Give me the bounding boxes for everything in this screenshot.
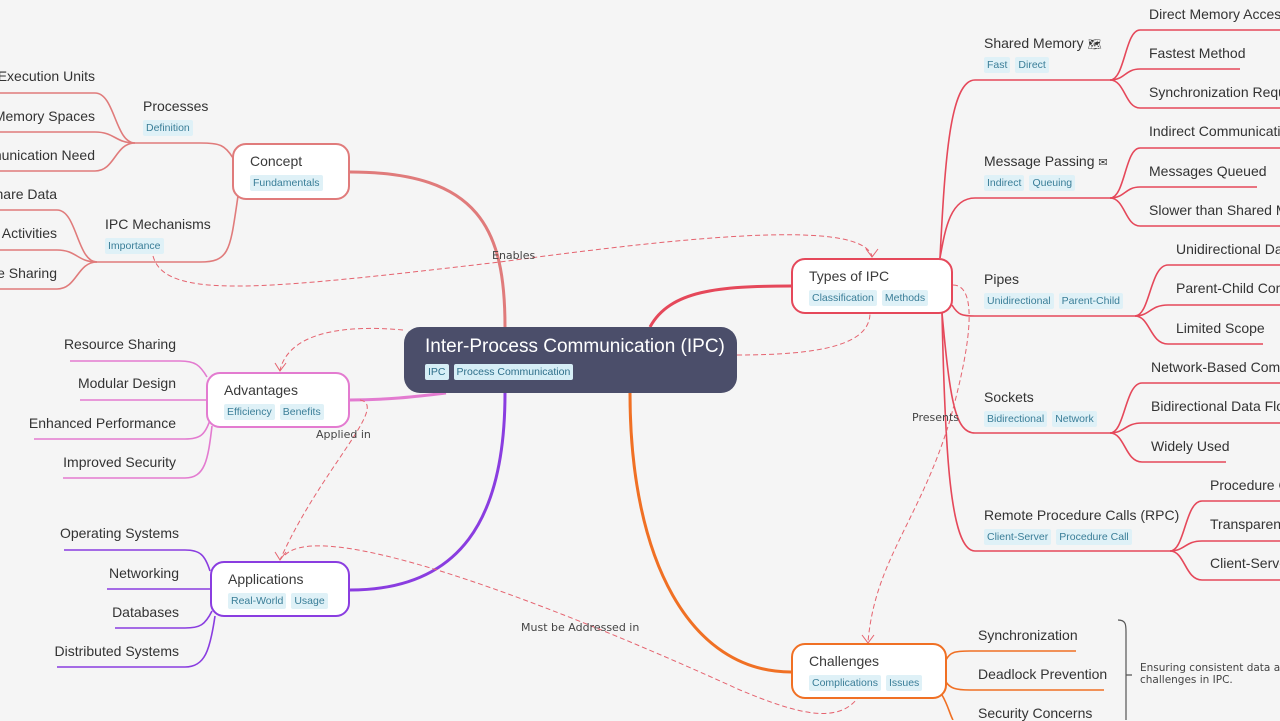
tag: Efficiency (224, 404, 275, 420)
relation-label-enables: Enables (492, 249, 536, 262)
leaf-node[interactable]: Parent-Child Com (1176, 280, 1280, 296)
leaf-node[interactable]: Distributed Systems (55, 643, 179, 659)
node-title: Types of IPC (809, 268, 890, 284)
leaf-node[interactable]: Memory Spaces (0, 108, 95, 124)
node-advantages[interactable]: Advantages Efficiency Benefits (206, 372, 350, 428)
node-rpc[interactable]: Remote Procedure Calls (RPC) Client-Serv… (984, 507, 1179, 545)
leaf-node[interactable]: Transparenc (1210, 516, 1280, 532)
node-title: Applications (228, 571, 304, 587)
tag: Methods (881, 290, 929, 306)
envelope-icon: ✉ (1098, 157, 1108, 169)
node-challenges[interactable]: Challenges Complications Issues (791, 643, 947, 699)
leaf-node[interactable]: Messages Queued (1149, 163, 1267, 179)
node-title: Concept (250, 153, 303, 169)
tag: Fast (984, 57, 1011, 73)
tag: Fundamentals (250, 175, 323, 191)
tag: Direct (1015, 57, 1049, 73)
node-types-of-ipc[interactable]: Types of IPC Classification Methods (791, 258, 953, 314)
leaf-node[interactable]: Direct Memory Access (1149, 6, 1280, 22)
branch-advantages (349, 391, 447, 402)
leaf-node[interactable]: Operating Systems (60, 525, 179, 541)
node-title: IPC Mechanisms (105, 216, 211, 232)
leaf-node[interactable]: nunication Need (0, 147, 95, 163)
node-title: Message Passing (984, 153, 1095, 169)
map-icon: 🗺 (1087, 39, 1102, 51)
node-ipc-mechanisms[interactable]: IPC Mechanisms Importance (105, 216, 211, 254)
node-title: Remote Procedure Calls (RPC) (984, 507, 1180, 523)
tag: Classification (809, 290, 877, 306)
node-sockets[interactable]: Sockets Bidirectional Network (984, 389, 1097, 427)
tag: Real-World (228, 593, 287, 609)
relation-label-applied-in: Applied in (316, 428, 371, 441)
leaf-node[interactable]: Unidirectional Da (1176, 241, 1280, 257)
leaf-node[interactable]: Synchronization Requ (1149, 84, 1280, 100)
leaf-node[interactable]: Bidirectional Data Flo (1151, 398, 1280, 414)
leaf-node[interactable]: hare Data (0, 186, 57, 202)
leaf-node[interactable]: Networking (109, 565, 179, 581)
root-node[interactable]: Inter-Process Communication (IPC) IPC Pr… (404, 327, 737, 393)
node-processes[interactable]: Processes Definition (143, 98, 208, 136)
node-title: Advantages (224, 382, 298, 398)
tag: Unidirectional (984, 293, 1054, 309)
branch-applications (349, 392, 507, 592)
leaf-node[interactable]: Enhanced Performance (29, 415, 176, 431)
node-title: Processes (143, 98, 209, 114)
tag: Definition (143, 120, 193, 136)
leaf-node[interactable]: Network-Based Comm (1151, 359, 1280, 375)
leaf-node[interactable]: Security Concerns (978, 705, 1092, 721)
leaf-node[interactable]: Deadlock Prevention (978, 666, 1107, 682)
branch-concept (349, 170, 507, 328)
summary-line: challenges in IPC. (1140, 674, 1233, 686)
node-message-passing[interactable]: Message Passing ✉ Indirect Queuing (984, 153, 1108, 191)
leaf-node[interactable]: Execution Units (0, 68, 95, 84)
tag: Benefits (279, 404, 324, 420)
leaf-node[interactable]: Modular Design (78, 375, 176, 391)
tag: IPC (425, 364, 449, 380)
branch-challenges (628, 392, 792, 674)
node-title: Shared Memory (984, 35, 1084, 51)
tag: Parent-Child (1058, 293, 1123, 309)
tag: Bidirectional (984, 411, 1048, 427)
relation-label-must-be-addressed: Must be Addressed in (521, 621, 640, 634)
tag: Indirect (984, 175, 1025, 191)
tag: Queuing (1029, 175, 1076, 191)
tag: Procedure Call (1056, 529, 1132, 545)
node-title: Pipes (984, 271, 1020, 287)
leaf-node[interactable]: Client-Serve (1210, 555, 1280, 571)
node-pipes[interactable]: Pipes Unidirectional Parent-Child (984, 271, 1123, 309)
leaf-node[interactable]: Indirect Communicati (1149, 123, 1280, 139)
leaf-node[interactable]: Slower than Shared M (1149, 202, 1280, 218)
node-shared-memory[interactable]: Shared Memory 🗺 Fast Direct (984, 35, 1101, 73)
tag: Usage (291, 593, 328, 609)
leaf-node[interactable]: ce Sharing (0, 265, 57, 281)
summary-note: Ensuring consistent data ac challenges i… (1140, 662, 1280, 686)
tag: Network (1052, 411, 1097, 427)
leaf-node[interactable]: Activities (2, 225, 57, 241)
node-applications[interactable]: Applications Real-World Usage (210, 561, 350, 617)
leaf-node[interactable]: Databases (112, 604, 179, 620)
tag: Complications (809, 675, 881, 691)
root-title: Inter-Process Communication (IPC) (425, 336, 725, 357)
tag: Process Communication (453, 364, 574, 380)
tag: Client-Server (984, 529, 1052, 545)
relation-label-presents: Presents (912, 411, 960, 424)
leaf-node[interactable]: Fastest Method (1149, 45, 1246, 61)
node-title: Sockets (984, 389, 1034, 405)
leaf-node[interactable]: Widely Used (1151, 438, 1230, 454)
tag: Importance (105, 238, 164, 254)
tag: Issues (885, 675, 923, 691)
leaf-node[interactable]: Resource Sharing (64, 336, 176, 352)
node-title: Challenges (809, 653, 880, 669)
leaf-node[interactable]: Improved Security (63, 454, 176, 470)
leaf-node[interactable]: Limited Scope (1176, 320, 1265, 336)
leaf-node[interactable]: Procedure C (1210, 477, 1280, 493)
branch-types (648, 284, 792, 328)
node-concept[interactable]: Concept Fundamentals (232, 143, 350, 200)
leaf-node[interactable]: Synchronization (978, 627, 1078, 643)
summary-line: Ensuring consistent data ac (1140, 662, 1280, 674)
summary-brace (1117, 619, 1132, 720)
